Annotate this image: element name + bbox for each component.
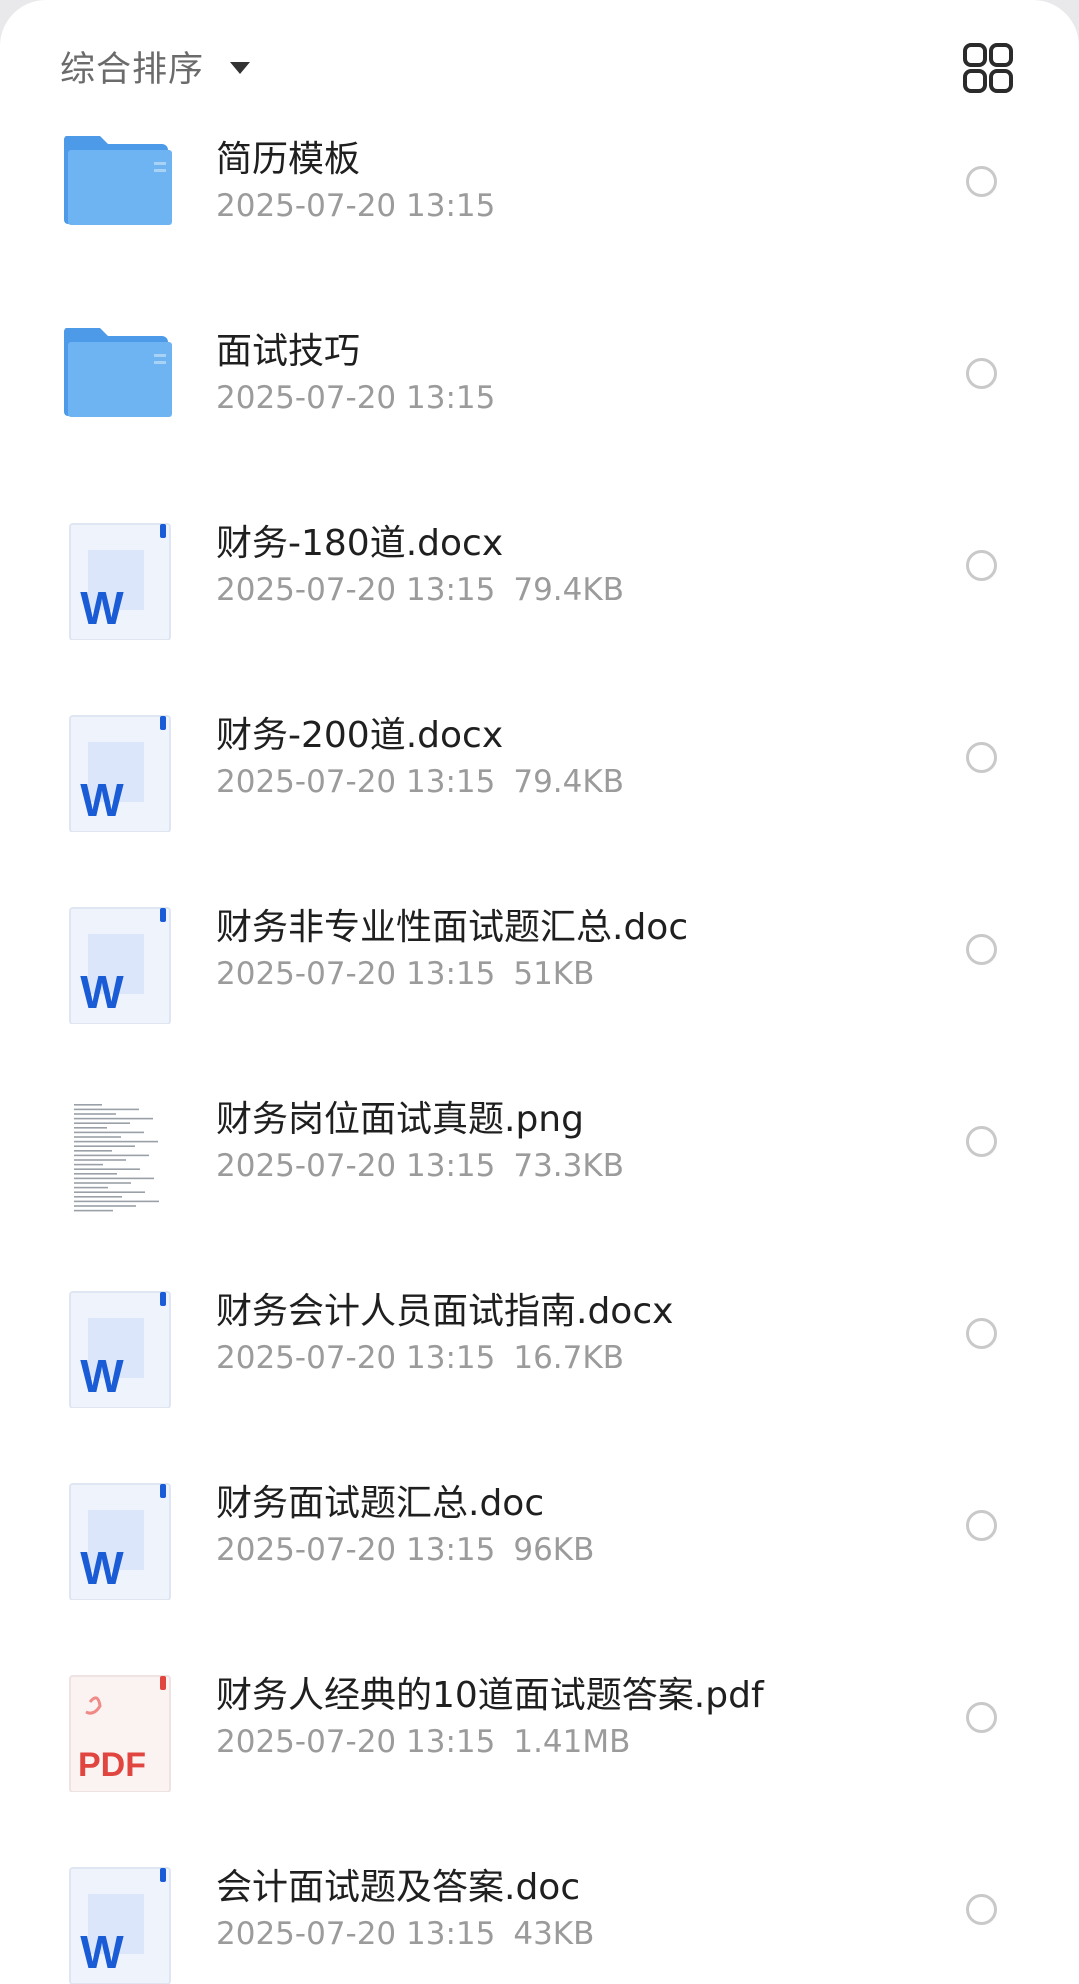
file-date: 2025-07-20 13:15 — [216, 188, 496, 224]
file-row[interactable]: W 财务会计人员面试指南.docx 2025-07-20 13:15 16.7KB — [0, 1236, 1079, 1428]
select-radio[interactable] — [966, 550, 997, 581]
file-size: 79.4KB — [513, 572, 624, 608]
file-list-sheet: 综合排序 简历模板 2025-07-20 13:15 面试技巧 2025-07-20 … — [0, 0, 1079, 1984]
caret-down-icon — [230, 62, 251, 74]
select-radio[interactable] — [966, 358, 997, 389]
file-date: 2025-07-20 13:15 — [216, 764, 496, 800]
file-row[interactable]: 简历模板 2025-07-20 13:15 — [0, 84, 1079, 276]
file-name: 财务面试题汇总.doc — [216, 1483, 545, 1524]
file-date: 2025-07-20 13:15 — [216, 1916, 496, 1952]
select-radio[interactable] — [966, 1318, 997, 1349]
file-size: 73.3KB — [513, 1148, 624, 1184]
file-name: 财务会计人员面试指南.docx — [216, 1291, 674, 1332]
file-date: 2025-07-20 13:15 — [216, 572, 496, 608]
file-row[interactable]: W 财务-200道.docx 2025-07-20 13:15 79.4KB — [0, 660, 1079, 852]
select-radio[interactable] — [966, 1894, 997, 1925]
select-radio[interactable] — [966, 1126, 997, 1157]
file-name: 会计面试题及答案.doc — [216, 1867, 581, 1908]
image-thumbnail-icon — [64, 1096, 176, 1216]
svg-text:W: W — [80, 1350, 124, 1402]
file-size: 79.4KB — [513, 764, 624, 800]
file-meta: 2025-07-20 13:15 51KB — [216, 956, 594, 992]
file-name: 简历模板 — [216, 139, 361, 180]
select-radio[interactable] — [966, 1702, 997, 1733]
file-meta: 2025-07-20 13:15 96KB — [216, 1532, 594, 1568]
file-row[interactable]: W 财务面试题汇总.doc 2025-07-20 13:15 96KB — [0, 1428, 1079, 1620]
file-meta: 2025-07-20 13:15 — [216, 380, 495, 416]
word-doc-icon: W — [64, 1864, 176, 1984]
file-size: 96KB — [513, 1532, 595, 1568]
file-row[interactable]: W 财务-180道.docx 2025-07-20 13:15 79.4KB — [0, 468, 1079, 660]
select-radio[interactable] — [966, 166, 997, 197]
file-date: 2025-07-20 13:15 — [216, 1148, 496, 1184]
word-doc-icon: W — [64, 520, 176, 641]
svg-text:W: W — [80, 1926, 124, 1978]
svg-text:W: W — [80, 774, 124, 826]
file-row[interactable]: PDF 财务人经典的10道面试题答案.pdf 2025-07-20 13:15 1.4… — [0, 1620, 1079, 1812]
word-doc-icon: W — [64, 1480, 176, 1601]
file-meta: 2025-07-20 13:15 — [216, 188, 495, 224]
word-doc-icon: W — [64, 712, 176, 833]
file-meta: 2025-07-20 13:15 1.41MB — [216, 1724, 630, 1760]
pdf-badge: PDF — [78, 1746, 146, 1784]
file-name: 财务非专业性面试题汇总.doc — [216, 907, 689, 948]
file-date: 2025-07-20 13:15 — [216, 380, 496, 416]
file-meta: 2025-07-20 13:15 79.4KB — [216, 764, 624, 800]
file-row[interactable]: W 财务非专业性面试题汇总.doc 2025-07-20 13:15 51KB — [0, 852, 1079, 1044]
file-name: 财务人经典的10道面试题答案.pdf — [216, 1675, 764, 1716]
select-radio[interactable] — [966, 742, 997, 773]
file-name: 财务-180道.docx — [216, 523, 504, 564]
file-meta: 2025-07-20 13:15 16.7KB — [216, 1340, 624, 1376]
file-meta: 2025-07-20 13:15 79.4KB — [216, 572, 624, 608]
file-date: 2025-07-20 13:15 — [216, 956, 496, 992]
file-row[interactable]: 面试技巧 2025-07-20 13:15 — [0, 276, 1079, 468]
file-size: 1.41MB — [513, 1724, 631, 1760]
file-name: 财务岗位面试真题.png — [216, 1099, 584, 1140]
file-name: 面试技巧 — [216, 331, 361, 372]
word-doc-icon: W — [64, 904, 176, 1025]
svg-text:W: W — [80, 966, 124, 1018]
file-date: 2025-07-20 13:15 — [216, 1532, 496, 1568]
file-date: 2025-07-20 13:15 — [216, 1724, 496, 1760]
word-doc-icon: W — [64, 1288, 176, 1409]
svg-text:W: W — [80, 1542, 124, 1594]
file-meta: 2025-07-20 13:15 43KB — [216, 1916, 594, 1952]
folder-icon — [63, 314, 176, 434]
file-size: 51KB — [513, 956, 595, 992]
file-size: 43KB — [513, 1916, 595, 1952]
file-date: 2025-07-20 13:15 — [216, 1340, 496, 1376]
folder-icon — [63, 122, 176, 242]
file-name: 财务-200道.docx — [216, 715, 504, 756]
pdf-doc-icon: PDF — [64, 1672, 176, 1793]
select-radio[interactable] — [966, 1510, 997, 1541]
file-size: 16.7KB — [513, 1340, 624, 1376]
file-row[interactable]: W 会计面试题及答案.doc 2025-07-20 13:15 43KB — [0, 1812, 1079, 1984]
file-row[interactable]: 财务岗位面试真题.png 2025-07-20 13:15 73.3KB — [0, 1044, 1079, 1236]
svg-text:W: W — [80, 582, 124, 634]
select-radio[interactable] — [966, 934, 997, 965]
file-meta: 2025-07-20 13:15 73.3KB — [216, 1148, 624, 1184]
